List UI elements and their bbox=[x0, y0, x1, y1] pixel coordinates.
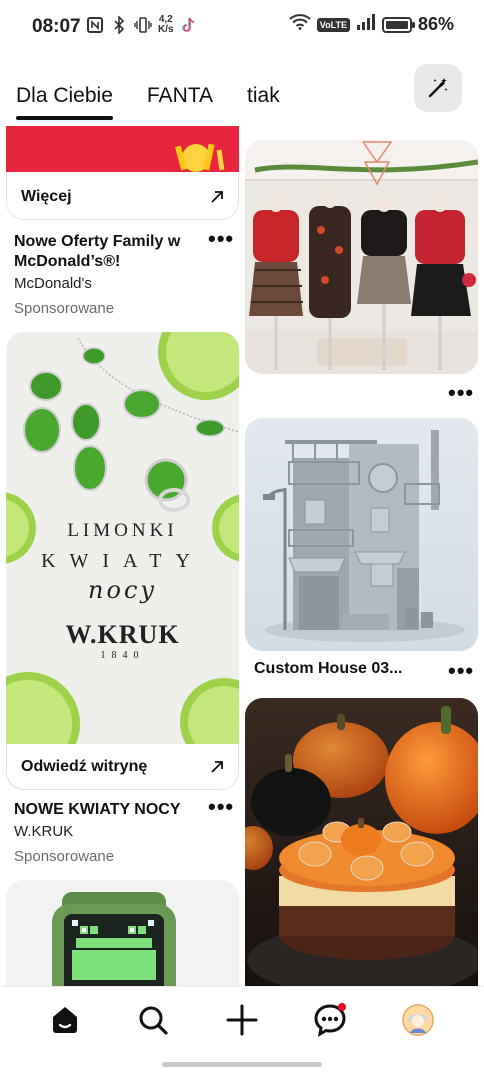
pixel-speaker-image bbox=[52, 892, 176, 986]
avatar bbox=[402, 1004, 434, 1036]
search-icon bbox=[139, 1006, 168, 1035]
home-icon bbox=[53, 1007, 77, 1033]
pin-options-button[interactable]: ••• bbox=[208, 796, 234, 818]
pin-custom-house-image[interactable] bbox=[245, 418, 478, 651]
plus-icon bbox=[226, 1004, 258, 1036]
ad-headline-line2: KWIATY bbox=[41, 550, 204, 572]
magic-wand-button[interactable] bbox=[414, 64, 462, 112]
vibrate-icon bbox=[134, 15, 152, 35]
pin-pixel-speaker-image[interactable] bbox=[6, 880, 239, 986]
chat-icon bbox=[314, 1003, 346, 1037]
external-link-icon bbox=[211, 190, 223, 203]
pin-custom-house-title: Custom House 03... bbox=[254, 660, 403, 677]
tiktok-icon bbox=[180, 15, 198, 35]
nav-messages[interactable] bbox=[313, 1003, 347, 1037]
tab-tiak[interactable]: tiak bbox=[247, 84, 280, 116]
nfc-icon bbox=[86, 15, 104, 35]
fashion-boutique-image bbox=[245, 140, 478, 374]
signal-icon bbox=[356, 14, 376, 35]
more-button-label: Więcej bbox=[21, 187, 72, 205]
wkruk-logo-year: 1840 bbox=[100, 650, 145, 661]
sponsored-label: Sponsorowane bbox=[14, 300, 115, 317]
pin-fashion-boutique-image[interactable] bbox=[245, 140, 478, 374]
battery-level bbox=[385, 20, 408, 29]
nav-create[interactable] bbox=[225, 1003, 259, 1037]
board-tabs: Dla Ciebie FANTA tiak bbox=[16, 84, 280, 120]
status-icons-left: 4,2 K/s bbox=[86, 15, 198, 35]
pin-pumpkin-cake-image[interactable] bbox=[245, 698, 478, 986]
nav-search[interactable] bbox=[136, 1003, 170, 1037]
pin-brand: McDonald's bbox=[14, 275, 92, 292]
status-bar: 08:07 4,2 K/s VoLTE 86% bbox=[0, 0, 484, 56]
nav-profile[interactable] bbox=[401, 1003, 435, 1037]
pumpkin-cake-image bbox=[245, 698, 478, 986]
pin-feed[interactable]: Więcej Nowe Oferty Family w McDonald’s®!… bbox=[0, 126, 484, 986]
volte-badge: VoLTE bbox=[316, 17, 350, 32]
ad-headline-line3: nocy bbox=[88, 576, 157, 604]
magic-wand-icon bbox=[428, 78, 448, 98]
pin-title: NOWE KWIATY NOCY bbox=[14, 801, 181, 818]
pin-mcdonalds-meta: Nowe Oferty Family w McDonald’s®! McDona… bbox=[14, 232, 204, 320]
tab-fanta[interactable]: FANTA bbox=[147, 84, 213, 116]
pin-title-line1: Nowe Oferty Family w bbox=[14, 233, 181, 250]
external-link-icon bbox=[211, 760, 223, 773]
pin-options-button[interactable]: ••• bbox=[448, 660, 474, 682]
pin-brand: W.KRUK bbox=[14, 823, 74, 840]
nav-home[interactable] bbox=[48, 1003, 82, 1037]
wkruk-logo: W.KRUK bbox=[65, 620, 180, 649]
battery-icon bbox=[381, 16, 415, 33]
tab-dla-ciebie[interactable]: Dla Ciebie bbox=[16, 84, 113, 120]
home-indicator[interactable] bbox=[162, 1062, 322, 1067]
speed-unit: K/s bbox=[158, 24, 174, 35]
visit-website-button[interactable]: Odwiedź witrynę bbox=[6, 744, 239, 790]
visit-website-label: Odwiedź witrynę bbox=[21, 757, 148, 775]
network-speed: 4,2 K/s bbox=[158, 15, 174, 35]
pin-options-button[interactable]: ••• bbox=[448, 382, 474, 404]
battery-percent: 86% bbox=[417, 14, 454, 34]
sponsored-label: Sponsorowane bbox=[14, 848, 115, 865]
more-button[interactable]: Więcej bbox=[6, 174, 239, 220]
bluetooth-icon bbox=[110, 15, 128, 35]
status-icons-right: VoLTE 86% bbox=[289, 14, 454, 35]
wifi-icon bbox=[289, 14, 311, 35]
clock: 08:07 bbox=[32, 16, 81, 37]
pin-wkruk-image[interactable]: LIMONKI KWIATY nocy W.KRUK 1840 bbox=[6, 332, 239, 744]
pin-options-button[interactable]: ••• bbox=[208, 228, 234, 250]
pin-title-line2: McDonald’s®! bbox=[14, 253, 121, 270]
ad-headline-line1: LIMONKI bbox=[67, 520, 178, 541]
pin-wkruk-meta: NOWE KWIATY NOCY W.KRUK Sponsorowane bbox=[14, 800, 204, 868]
custom-house-image bbox=[245, 418, 478, 651]
